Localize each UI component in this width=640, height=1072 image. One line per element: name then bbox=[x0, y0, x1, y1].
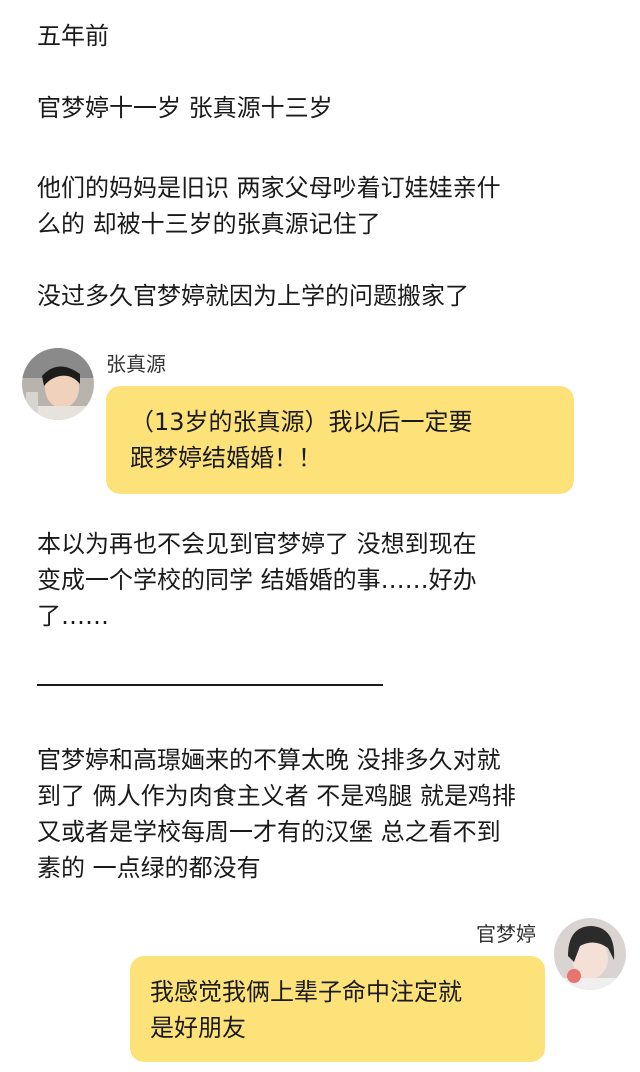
person-avatar-icon bbox=[22, 348, 94, 420]
paragraph-same-school: 本以为再也不会见到官梦婷了 没想到现在 变成一个学校的同学 结婚婚的事……好办 … bbox=[37, 526, 587, 634]
sender-name-zhang-zhenyuan: 张真源 bbox=[106, 352, 166, 376]
paragraph-ages: 官梦婷十一岁 张真源十三岁 bbox=[37, 94, 333, 122]
text-line: 么的 却被十三岁的张真源记住了 bbox=[37, 210, 381, 238]
text-line: 变成一个学校的同学 结婚婚的事……好办 bbox=[37, 566, 477, 594]
text-line: 到了 俩人作为肉食主义者 不是鸡腿 就是鸡排 bbox=[37, 782, 516, 810]
bubble-text-line: 我感觉我俩上辈子命中注定就 bbox=[150, 978, 462, 1006]
text-line: 官梦婷和高璟婳来的不算太晚 没排多久对就 bbox=[37, 746, 501, 774]
chat-bubble-guan-mengting: 我感觉我俩上辈子命中注定就 是好朋友 bbox=[130, 956, 545, 1062]
bubble-text-line: 跟梦婷结婚婚！！ bbox=[130, 444, 322, 472]
paragraph-cafeteria: 官梦婷和高璟婳来的不算太晚 没排多久对就 到了 俩人作为肉食主义者 不是鸡腿 就… bbox=[37, 742, 617, 886]
section-divider bbox=[37, 684, 383, 686]
text-line: 素的 一点绿的都没有 bbox=[37, 854, 261, 882]
text-line: 了…… bbox=[37, 602, 109, 630]
text-line: 又或者是学校每周一才有的汉堡 总之看不到 bbox=[37, 818, 501, 846]
avatar-guan-mengting[interactable] bbox=[554, 918, 626, 990]
sender-name-guan-mengting: 官梦婷 bbox=[476, 922, 536, 946]
paragraph-five-years-ago: 五年前 bbox=[37, 22, 109, 50]
text-line: 本以为再也不会见到官梦婷了 没想到现在 bbox=[37, 530, 477, 558]
bubble-text-line: （13岁的张真源）我以后一定要 bbox=[130, 408, 473, 436]
person-avatar-icon bbox=[554, 918, 626, 990]
text-line: 他们的妈妈是旧识 两家父母吵着订娃娃亲什 bbox=[37, 174, 501, 202]
paragraph-parents: 他们的妈妈是旧识 两家父母吵着订娃娃亲什 么的 却被十三岁的张真源记住了 bbox=[37, 170, 587, 242]
avatar-zhang-zhenyuan[interactable] bbox=[22, 348, 94, 420]
paragraph-moved-away: 没过多久官梦婷就因为上学的问题搬家了 bbox=[37, 282, 469, 310]
chat-bubble-zhang-zhenyuan: （13岁的张真源）我以后一定要 跟梦婷结婚婚！！ bbox=[106, 386, 574, 494]
bubble-text-line: 是好朋友 bbox=[150, 1014, 246, 1042]
